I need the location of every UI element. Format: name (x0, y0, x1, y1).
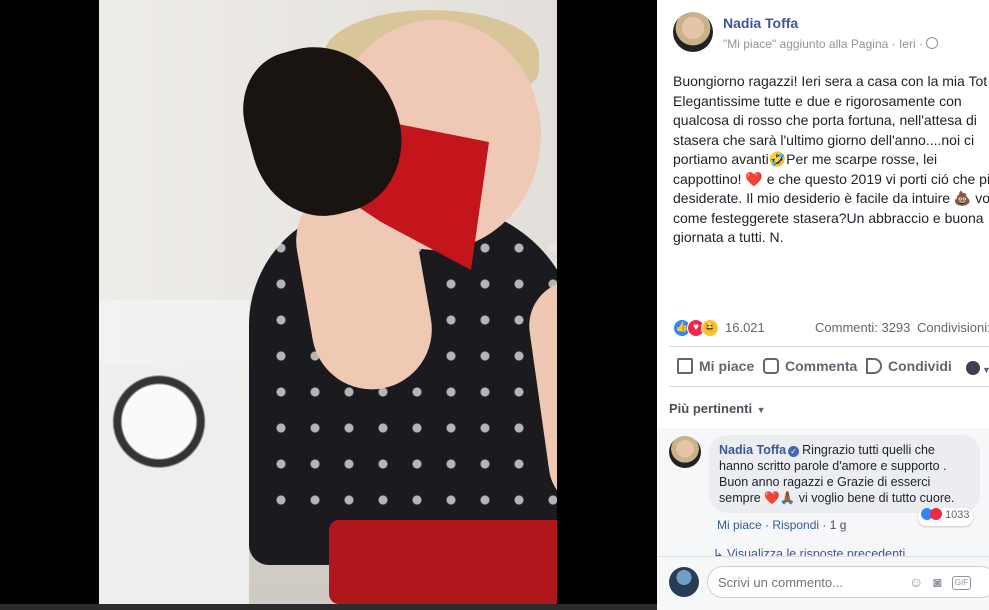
comment-button[interactable]: Commenta (763, 358, 857, 374)
camera-icon[interactable]: ◙ (933, 574, 941, 590)
photo-viewer (0, 0, 657, 610)
post-text: Buongiorno ragazzi! Ieri sera a casa con… (673, 73, 989, 245)
share-arrow-icon (866, 358, 882, 374)
comment-button-label: Commenta (785, 358, 858, 374)
gif-icon[interactable]: GIF (951, 576, 972, 590)
comment-reply-link[interactable]: Rispondi (772, 518, 819, 532)
comments-count[interactable]: Commenti: 3293 (815, 320, 910, 335)
viewer-bottom-strip (0, 604, 657, 610)
love-reaction-icon (930, 508, 942, 520)
comment-bubble: Nadia Toffa ✓ Ringrazio tutti quelli che h… (709, 435, 980, 513)
comment-composer: ☺ ◙ GIF (657, 556, 989, 610)
composer-icons: ☺ ◙ GIF (909, 574, 981, 590)
photo-chair (99, 300, 249, 604)
divider (669, 346, 989, 347)
like-button[interactable]: Mi piace (677, 358, 754, 374)
verified-badge-icon: ✓ (788, 446, 800, 457)
comment-reactions-count: 1033 (945, 509, 970, 521)
comment-sort-bar: Più pertinenti ▼ (657, 388, 989, 428)
chevron-down-icon: ▼ (982, 365, 989, 375)
comments-list: Nadia Toffa ✓ Ringrazio tutti quelli che h… (657, 428, 989, 561)
thumbs-up-icon (677, 358, 693, 374)
like-button-label: Mi piace (699, 358, 755, 374)
post-meta-text: "Mi piace" aggiunto alla Pagina · Ieri · (723, 37, 923, 51)
comment-like-link[interactable]: Mi piace (717, 518, 762, 532)
comment-actions: Mi piace · Rispondi · 1 g (717, 518, 846, 532)
reactions-count[interactable]: 16.021 (725, 320, 765, 335)
sort-dropdown[interactable]: Più pertinenti ▼ (669, 401, 765, 416)
post-photo[interactable] (99, 0, 557, 604)
haha-reaction-icon[interactable]: 😆 (701, 319, 719, 337)
post-side-panel: Nadia Toffa "Mi piace" aggiunto alla Pag… (657, 0, 989, 610)
separator-dot: · (822, 518, 830, 532)
comment-time[interactable]: 1 g (830, 518, 847, 532)
author-name[interactable]: Nadia Toffa (723, 15, 798, 31)
post-actions: Mi piace Commenta Condividi ▼ (673, 352, 989, 382)
reactions-bar: 👍 ♥ 😆 16.021 Commenti: 3293 Condivisioni… (673, 318, 989, 338)
post-meta: "Mi piace" aggiunto alla Pagina · Ieri · (723, 37, 938, 51)
chevron-down-icon: ▼ (754, 405, 766, 415)
comment-author[interactable]: Nadia Toffa (719, 443, 786, 457)
profile-mini-avatar (966, 361, 980, 375)
sort-label: Più pertinenti (669, 401, 753, 416)
post-header: Nadia Toffa "Mi piace" aggiunto alla Pag… (673, 12, 989, 57)
share-button[interactable]: Condividi (866, 358, 952, 374)
photo-red-skirt (329, 520, 557, 604)
comment-reactions[interactable]: 1033 (918, 508, 973, 526)
comment-bubble-icon (763, 358, 779, 374)
share-button-label: Condividi (888, 358, 952, 374)
audience-selector[interactable]: ▼ (966, 360, 989, 376)
shares-count[interactable]: Condivisioni: 45 (917, 320, 989, 335)
divider (669, 386, 989, 387)
comment-author-avatar[interactable] (669, 436, 701, 468)
emoji-icon[interactable]: ☺ (909, 574, 923, 590)
author-avatar[interactable] (673, 12, 713, 52)
current-user-avatar (669, 567, 699, 597)
globe-icon (925, 37, 938, 49)
